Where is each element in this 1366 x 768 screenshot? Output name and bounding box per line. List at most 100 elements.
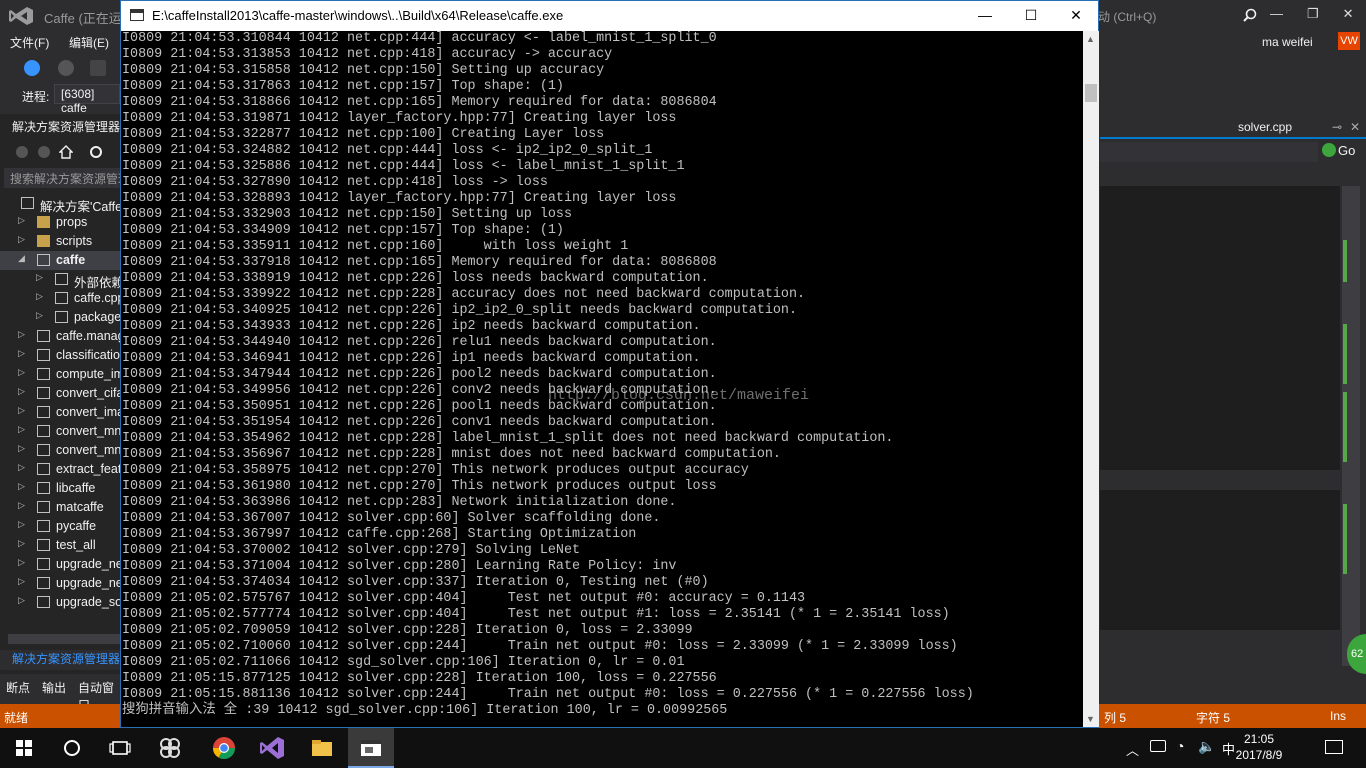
tree-item[interactable]: ▷ convert_mnist_data — [0, 422, 120, 441]
code-editor[interactable] — [1100, 186, 1340, 470]
tree-item[interactable]: ▷ matcaffe — [0, 498, 120, 517]
collapsed-arrow-icon[interactable]: ▷ — [18, 348, 25, 359]
console-close-icon[interactable]: ✕ — [1053, 1, 1099, 30]
task-view-icon[interactable] — [106, 734, 134, 762]
tree-item[interactable]: ▷ packages.config — [0, 308, 120, 327]
minimize-icon[interactable]: — — [1270, 6, 1283, 22]
tree-item[interactable]: ▷ caffe.cpp — [0, 289, 120, 308]
console-icon[interactable] — [357, 734, 385, 762]
tree-item[interactable]: ▷ convert_cifar_data — [0, 384, 120, 403]
forward-icon[interactable] — [38, 146, 50, 158]
code-editor-split[interactable] — [1100, 490, 1340, 630]
navigation-combo[interactable] — [1100, 142, 1318, 162]
expanded-arrow-icon[interactable]: ◢ — [18, 253, 25, 264]
quick-launch-input[interactable]: 动 (Ctrl+Q) — [1098, 6, 1264, 26]
forward-icon[interactable] — [58, 60, 74, 76]
tree-item[interactable]: ▷ upgrade_solver_proto_text — [0, 593, 120, 612]
sync-icon[interactable] — [90, 146, 102, 158]
collapsed-arrow-icon[interactable]: ▷ — [18, 386, 25, 397]
account-badge[interactable]: VW — [1338, 32, 1360, 50]
project-icon — [37, 406, 50, 418]
tree-item[interactable]: ▷ classification — [0, 346, 120, 365]
home-icon[interactable] — [59, 145, 73, 159]
tree-item[interactable]: ▷ 外部依赖项 — [0, 270, 120, 289]
collapsed-arrow-icon[interactable]: ▷ — [18, 557, 25, 568]
solution-explorer-tab[interactable]: 解决方案资源管理器 — [0, 650, 120, 670]
tray-up-icon[interactable]: ︿ — [1126, 740, 1139, 759]
tree-item[interactable]: ▷ test_all — [0, 536, 120, 555]
console-line: I0809 21:04:53.327890 10412 net.cpp:418]… — [122, 175, 548, 190]
tab-output[interactable]: 输出 — [42, 679, 66, 696]
menu-file[interactable]: 文件(F) — [10, 34, 49, 51]
console-scrollbar[interactable] — [1083, 31, 1099, 727]
collapsed-arrow-icon[interactable]: ▷ — [18, 367, 25, 378]
collapsed-arrow-icon[interactable]: ▷ — [18, 329, 25, 340]
collapsed-arrow-icon[interactable]: ▷ — [18, 576, 25, 587]
visual-studio-icon[interactable] — [258, 734, 286, 762]
clock[interactable]: 21:05 2017/8/9 — [1234, 732, 1284, 762]
console-line: 搜狗拼音输入法 全 :39 10412 sgd_solver.cpp:106] … — [122, 703, 728, 718]
collapsed-arrow-icon[interactable]: ▷ — [18, 595, 25, 606]
tree-item[interactable]: ▷ upgrade_net_proto_text — [0, 574, 120, 593]
console-scroll-thumb[interactable] — [1085, 84, 1097, 102]
collapsed-arrow-icon[interactable]: ▷ — [18, 424, 25, 435]
tree-item[interactable]: ▷ props — [0, 213, 120, 232]
collapsed-arrow-icon[interactable]: ▷ — [18, 234, 25, 245]
menu-edit[interactable]: 编辑(E) — [69, 34, 109, 51]
console-output[interactable]: I0809 21:04:53.310844 10412 net.cpp:444]… — [121, 31, 1083, 727]
restore-icon[interactable]: ❐ — [1307, 6, 1319, 22]
tree-item[interactable]: ▷ caffe.managed — [0, 327, 120, 346]
tree-item[interactable]: ▷ upgrade_net_proto_binary — [0, 555, 120, 574]
tree-item[interactable]: ▷ libcaffe — [0, 479, 120, 498]
pin-icon[interactable]: ⊸ — [1332, 120, 1342, 134]
collapsed-arrow-icon[interactable]: ▷ — [18, 538, 25, 549]
scroll-down-icon[interactable]: ▼ — [1086, 714, 1095, 724]
close-tab-icon[interactable]: ✕ — [1350, 120, 1360, 134]
tree-item[interactable]: 解决方案'Caffe' — [0, 194, 120, 213]
back-icon[interactable] — [16, 146, 28, 158]
chrome-icon[interactable] — [210, 734, 238, 762]
collapsed-arrow-icon[interactable]: ▷ — [36, 291, 43, 302]
tree-item[interactable]: ▷ compute_image_mean — [0, 365, 120, 384]
collapsed-arrow-icon[interactable]: ▷ — [18, 462, 25, 473]
file-explorer-icon[interactable] — [308, 734, 336, 762]
go-button[interactable]: Go — [1320, 142, 1366, 162]
collapsed-arrow-icon[interactable]: ▷ — [18, 405, 25, 416]
console-maximize-icon[interactable]: ☐ — [1008, 1, 1054, 30]
back-icon[interactable] — [24, 60, 40, 76]
tree-item[interactable]: ▷ extract_features — [0, 460, 120, 479]
collapsed-arrow-icon[interactable]: ▷ — [36, 310, 43, 321]
tree-item[interactable]: ▷ scripts — [0, 232, 120, 251]
tree-item[interactable]: ▷ pycaffe — [0, 517, 120, 536]
console-minimize-icon[interactable]: — — [962, 1, 1008, 30]
collapsed-arrow-icon[interactable]: ▷ — [18, 500, 25, 511]
tree-item[interactable]: ▷ convert_imageset — [0, 403, 120, 422]
app-icon[interactable] — [156, 734, 184, 762]
start-icon[interactable] — [10, 734, 38, 762]
project-icon — [37, 330, 50, 342]
solution-explorer-search[interactable]: 搜索解决方案资源管理器 — [4, 168, 120, 188]
wifi-icon[interactable]: ◔ — [1176, 738, 1184, 754]
search-icon[interactable] — [1243, 8, 1257, 22]
horizontal-scrollbar[interactable] — [8, 634, 120, 644]
console-line: I0809 21:04:53.374034 10412 solver.cpp:3… — [122, 575, 709, 590]
tab-breakpoints[interactable]: 断点 — [6, 679, 30, 696]
collapsed-arrow-icon[interactable]: ▷ — [18, 519, 25, 530]
notification-center-icon[interactable] — [1325, 740, 1343, 754]
close-icon[interactable]: ✕ — [1343, 6, 1354, 22]
collapsed-arrow-icon[interactable]: ▷ — [36, 272, 43, 283]
process-select[interactable]: [6308] caffe — [54, 84, 120, 115]
console-line: I0809 21:05:15.877125 10412 solver.cpp:2… — [122, 671, 717, 686]
collapsed-arrow-icon[interactable]: ▷ — [18, 215, 25, 226]
volume-icon[interactable]: 🔈 — [1198, 738, 1215, 755]
collapsed-arrow-icon[interactable]: ▷ — [18, 481, 25, 492]
account-name[interactable]: ma weifei — [1262, 35, 1313, 49]
tab-solver-cpp[interactable]: solver.cpp ⊸ ✕ — [1100, 118, 1366, 138]
tree-item[interactable]: ▷ convert_mnist_siamese_data — [0, 441, 120, 460]
battery-icon[interactable] — [1150, 740, 1166, 752]
toolbar-icon[interactable] — [90, 60, 106, 76]
tree-item[interactable]: ◢ caffe — [0, 251, 120, 270]
cortana-icon[interactable] — [58, 734, 86, 762]
scroll-up-icon[interactable]: ▲ — [1086, 34, 1095, 44]
collapsed-arrow-icon[interactable]: ▷ — [18, 443, 25, 454]
